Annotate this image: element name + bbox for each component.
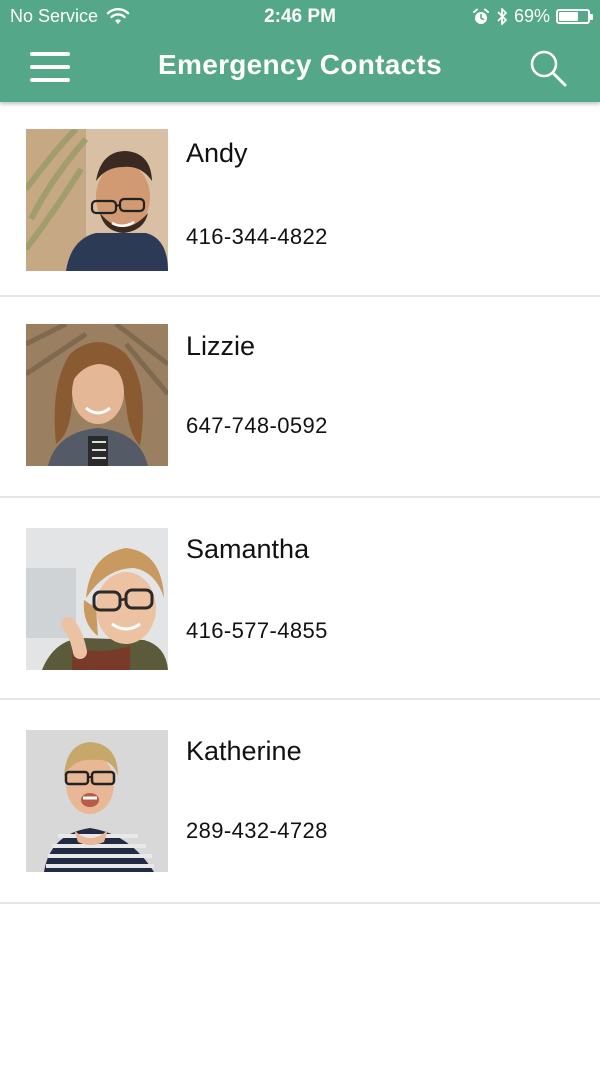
contact-row[interactable]: Katherine 289-432-4728 — [0, 700, 600, 904]
avatar — [26, 528, 168, 670]
battery-tip — [590, 14, 593, 20]
avatar — [26, 324, 168, 466]
contact-name: Katherine — [186, 736, 302, 766]
page-title: Emergency Contacts — [158, 49, 442, 80]
nav-bar: Emergency Contacts — [0, 34, 600, 102]
contact-name: Lizzie — [186, 331, 256, 361]
battery-icon — [556, 9, 593, 24]
contact-name: Samantha — [186, 534, 310, 564]
avatar — [26, 730, 168, 872]
bluetooth-icon — [497, 8, 507, 25]
battery-percent: 69% — [513, 6, 550, 26]
contact-phone[interactable]: 416-577-4855 — [186, 618, 328, 644]
avatar-photo — [26, 528, 168, 670]
contact-name: Andy — [186, 138, 248, 168]
contact-list: Andy 416-344-4822 Lizzie 647-748-0592 Sa… — [0, 102, 600, 904]
avatar-photo — [26, 730, 168, 872]
app-screen: No Service 2:46 PM 69% Emergency Contact… — [0, 0, 600, 1070]
contact-row[interactable]: Andy 416-344-4822 — [0, 102, 600, 297]
contact-phone[interactable]: 647-748-0592 — [186, 413, 328, 439]
app-header: No Service 2:46 PM 69% Emergency Contact… — [0, 0, 600, 102]
alarm-icon — [472, 8, 489, 24]
contact-phone[interactable]: 416-344-4822 — [186, 224, 328, 250]
battery-level-fill — [559, 12, 578, 21]
avatar — [26, 129, 168, 271]
contact-row[interactable]: Lizzie 647-748-0592 — [0, 297, 600, 498]
avatar-photo — [26, 129, 168, 271]
contact-row[interactable]: Samantha 416-577-4855 — [0, 498, 600, 700]
search-icon[interactable] — [528, 48, 568, 88]
status-bar: No Service 2:46 PM 69% — [0, 0, 600, 34]
avatar-photo — [26, 324, 168, 466]
contact-phone[interactable]: 289-432-4728 — [186, 818, 328, 844]
status-right: 69% — [472, 6, 593, 27]
